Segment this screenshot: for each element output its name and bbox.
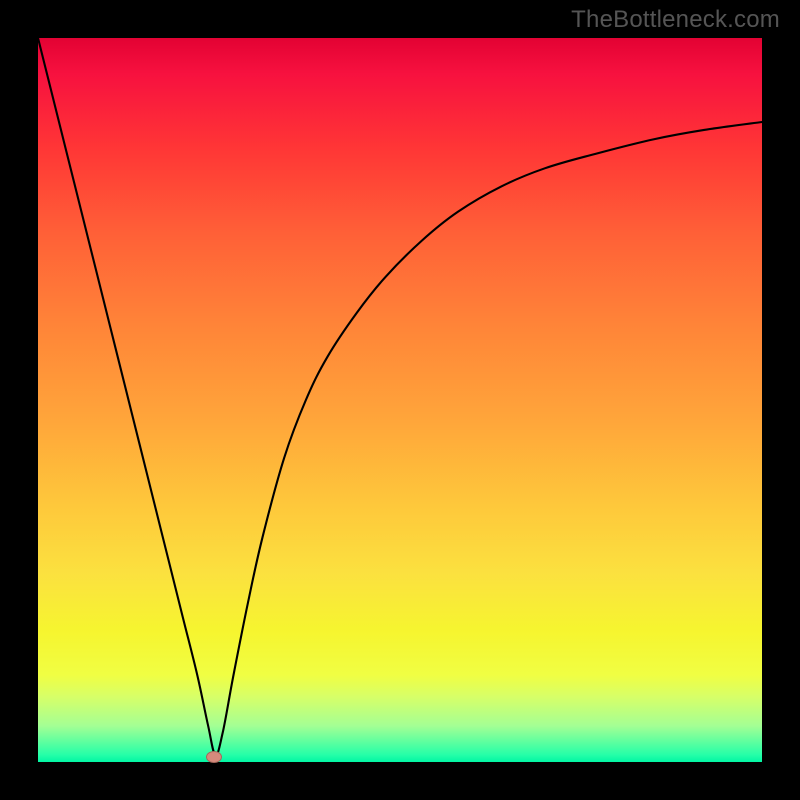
plot-area xyxy=(38,38,762,762)
bottleneck-curve xyxy=(38,38,762,762)
chart-frame: TheBottleneck.com xyxy=(0,0,800,800)
watermark-text: TheBottleneck.com xyxy=(571,6,780,34)
optimum-marker xyxy=(206,751,222,763)
